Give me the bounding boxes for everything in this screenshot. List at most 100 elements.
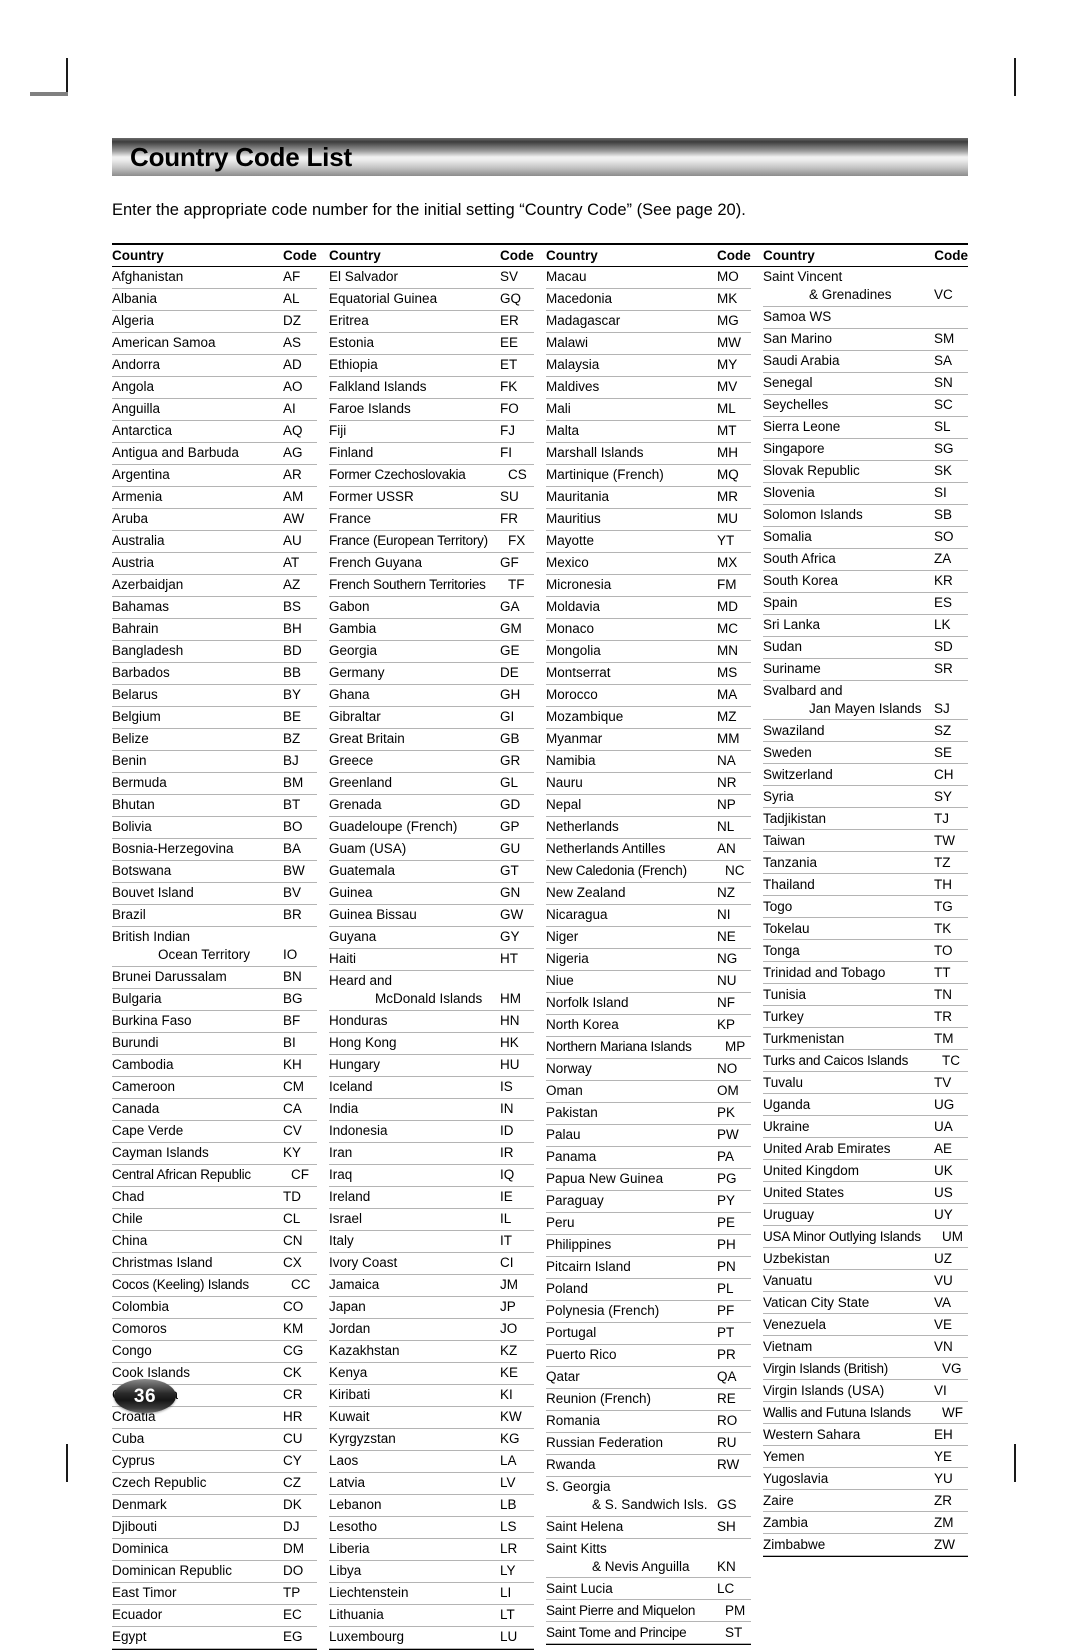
table-row: Burundi BI <box>112 1033 317 1055</box>
country-code-table: Country Code Afghanistan AF Albania AL Algeria… <box>112 242 968 1650</box>
country-code: LR <box>500 1541 518 1557</box>
table-row: United States US <box>763 1182 968 1205</box>
country-code: NA <box>717 753 736 769</box>
table-row: Turkmenistan TM <box>763 1028 968 1051</box>
table-row: Philippines PH <box>546 1235 751 1257</box>
table-row: Vatican City State VA <box>763 1292 968 1315</box>
country-name: Myanmar <box>546 731 603 747</box>
country-code: SV <box>500 269 519 285</box>
country-name: Virgin Islands (British) <box>763 1361 889 1377</box>
country-code: DE <box>500 665 519 681</box>
country-name: Honduras <box>329 1013 388 1029</box>
table-row: Greece GR <box>329 751 534 773</box>
country-code: AT <box>283 555 300 571</box>
table-row: Vietnam VN <box>763 1336 968 1359</box>
country-name: Taiwan <box>763 833 806 849</box>
country-code: MT <box>717 423 737 439</box>
country-name: Sierra Leone <box>763 419 841 435</box>
country-code: ET <box>500 357 518 373</box>
country-name: Guadeloupe (French) <box>329 819 458 835</box>
country-name: Romania <box>546 1413 601 1429</box>
country-name: Samoa WS <box>763 309 832 325</box>
country-name: Guam (USA) <box>329 841 407 857</box>
country-code: NR <box>717 775 737 791</box>
table-row: Marshall Islands MH <box>546 443 751 465</box>
table-row: Madagascar MG <box>546 311 751 333</box>
country-name: Egypt <box>112 1629 147 1645</box>
table-row: Anguilla AI <box>112 399 317 421</box>
country-name: Monaco <box>546 621 595 637</box>
country-code: GU <box>500 841 521 857</box>
table-row: Ireland IE <box>329 1187 534 1209</box>
country-name: Togo <box>763 899 793 915</box>
country-code: CV <box>283 1123 302 1139</box>
table-row: Ivory Coast CI <box>329 1253 534 1275</box>
country-name: United States <box>763 1185 845 1201</box>
country-name: Algeria <box>112 313 155 329</box>
table-row: Kiribati KI <box>329 1385 534 1407</box>
table-row: Paraguay PY <box>546 1191 751 1213</box>
table-row: Liechtenstein LI <box>329 1583 534 1605</box>
table-row: Japan JP <box>329 1297 534 1319</box>
country-code: CS <box>508 467 527 483</box>
country-code: MY <box>717 357 738 373</box>
country-name: French Guyana <box>329 555 423 571</box>
table-row: Hong Kong HK <box>329 1033 534 1055</box>
country-code: IS <box>500 1079 513 1095</box>
country-code: AN <box>717 841 736 857</box>
country-name: Palau <box>546 1127 581 1143</box>
country-name: Slovenia <box>763 485 815 501</box>
country-name: Afghanistan <box>112 269 184 285</box>
country-name: India <box>329 1101 359 1117</box>
country-name: Belize <box>112 731 149 747</box>
table-row: Tokelau TK <box>763 918 968 941</box>
table-row: Bosnia-Herzegovina BA <box>112 839 317 861</box>
table-row: Monaco MC <box>546 619 751 641</box>
table-row: New Zealand NZ <box>546 883 751 905</box>
country-name: Paraguay <box>546 1193 604 1209</box>
country-name: Senegal <box>763 375 813 391</box>
table-row: Afghanistan AF <box>112 267 317 289</box>
table-row: Grenada GD <box>329 795 534 817</box>
country-name: Macau <box>546 269 587 285</box>
country-code: VA <box>934 1295 952 1311</box>
country-name: Sweden <box>763 745 812 761</box>
country-name: Zimbabwe <box>763 1537 826 1553</box>
country-code: OM <box>717 1083 739 1099</box>
country-code: ST <box>725 1625 743 1641</box>
table-row: Macedonia MK <box>546 289 751 311</box>
country-code: GT <box>500 863 519 879</box>
table-row: Russian Federation RU <box>546 1433 751 1455</box>
country-name: Botswana <box>112 863 172 879</box>
country-code: GS <box>717 1497 737 1513</box>
table-row: Trinidad and Tobago TT <box>763 962 968 985</box>
table-row: Former USSR SU <box>329 487 534 509</box>
table-row: Argentina AR <box>112 465 317 487</box>
table-row: Uzbekistan UZ <box>763 1248 968 1271</box>
country-name: Djibouti <box>112 1519 158 1535</box>
table-row: USA Minor Outlying Islands UM <box>763 1226 968 1249</box>
table-row: Netherlands Antilles AN <box>546 839 751 861</box>
table-row: Austria AT <box>112 553 317 575</box>
country-code: SK <box>934 463 953 479</box>
table-row: India IN <box>329 1099 534 1121</box>
table-row: Mauritius MU <box>546 509 751 531</box>
country-code: HM <box>500 991 521 1007</box>
country-code: VN <box>934 1339 953 1355</box>
country-name: United Kingdom <box>763 1163 860 1179</box>
country-name: Liberia <box>329 1541 370 1557</box>
table-row: Ukraine UA <box>763 1116 968 1139</box>
table-row: Turkey TR <box>763 1006 968 1029</box>
country-name: Japan <box>329 1299 366 1315</box>
country-name: Christmas Island <box>112 1255 213 1271</box>
page-content: Country Code List Enter the appropriate … <box>112 138 968 1650</box>
country-code: NE <box>717 929 736 945</box>
table-row: Senegal SN <box>763 373 968 395</box>
country-name: Luxembourg <box>329 1629 405 1645</box>
table-row: Italy IT <box>329 1231 534 1253</box>
country-code: MO <box>717 269 739 285</box>
column-body: Saint Vincent & Grenadines VC Samoa WS San M… <box>763 267 968 1558</box>
country-name: Eritrea <box>329 313 369 329</box>
table-row: Vanuatu VU <box>763 1270 968 1293</box>
table-row: Liberia LR <box>329 1539 534 1561</box>
